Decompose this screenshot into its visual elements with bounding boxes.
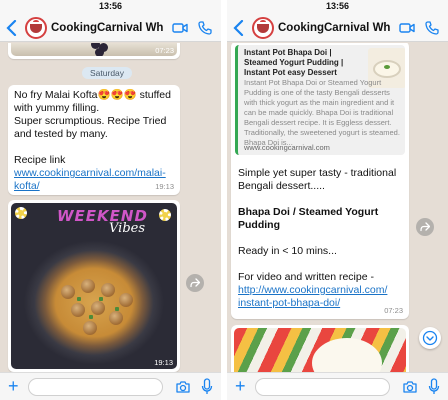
input-bar: + <box>227 372 448 400</box>
recipe-link[interactable]: kofta/ <box>14 180 174 193</box>
message-heading: Pudding <box>238 219 280 231</box>
preview-description: Instant Pot Bhapa Doi or Steamed Yogurt … <box>244 78 400 147</box>
avatar[interactable] <box>25 17 47 39</box>
status-bar: 13:56 <box>0 0 221 14</box>
chat-header: CookingCarnival What... <box>0 14 221 42</box>
forward-button[interactable] <box>186 274 204 292</box>
input-bar: + <box>0 372 221 400</box>
preview-url: www.cookingcarnival.com <box>244 143 330 152</box>
text-message[interactable]: No fry Malai Kofta😍😍😍 stuffed with yummy… <box>8 85 180 195</box>
microphone-icon[interactable] <box>201 378 213 396</box>
message-input[interactable] <box>255 378 390 396</box>
chevron-left-icon[interactable] <box>5 20 19 36</box>
image-message[interactable]: 07:23 <box>8 43 180 59</box>
chat-screen-left: 13:56 CookingCarnival What... 07:23 <box>0 0 221 400</box>
status-time: 13:56 <box>325 1 350 11</box>
scroll-down-button[interactable] <box>419 327 441 349</box>
status-bar: 13:56 <box>227 0 448 14</box>
plus-icon[interactable]: + <box>8 376 19 396</box>
microphone-icon[interactable] <box>428 378 440 396</box>
chat-title[interactable]: CookingCarnival What... <box>278 22 390 34</box>
video-camera-icon[interactable] <box>172 20 188 36</box>
camera-icon[interactable] <box>175 379 191 395</box>
message-time: 07:23 <box>384 306 403 315</box>
recipe-link[interactable]: http://www.cookingcarnival.com/ <box>238 284 404 297</box>
camera-icon[interactable] <box>402 379 418 395</box>
message-time: 19:13 <box>155 182 174 191</box>
date-chip: Saturday <box>82 67 133 79</box>
vibes-overlay-text: Vibes <box>109 221 146 236</box>
message-line: For video and written recipe - <box>238 271 374 283</box>
message-line: Recipe link <box>14 154 66 166</box>
message-time: 07:23 <box>155 46 174 55</box>
chevron-down-circle-icon <box>422 330 438 346</box>
message-line: Super scrumptious. Recipe Tried <box>14 115 167 127</box>
phone-icon[interactable] <box>197 20 213 36</box>
recipe-link[interactable]: instant-pot-bhapa-doi/ <box>238 297 404 310</box>
message-line: Simple yet super tasty - traditional <box>238 167 397 179</box>
preview-title: Instant Pot Bhapa Doi | Steamed Yogurt P… <box>244 48 344 77</box>
video-camera-icon[interactable] <box>399 20 415 36</box>
chat-title[interactable]: CookingCarnival What... <box>51 22 163 34</box>
message-line: Ready in < 10 mins... <box>238 245 337 257</box>
image-message[interactable] <box>231 325 409 372</box>
message-list[interactable]: 07:23 Saturday No fry Malai Kofta😍😍😍 stu… <box>0 43 221 372</box>
message-list[interactable]: Instant Pot Bhapa Doi | Steamed Yogurt P… <box>227 43 448 372</box>
message-input[interactable] <box>28 378 163 396</box>
forward-button[interactable] <box>416 218 434 236</box>
share-forward-icon <box>420 222 430 232</box>
avatar[interactable] <box>252 17 274 39</box>
link-message[interactable]: Instant Pot Bhapa Doi | Steamed Yogurt P… <box>231 43 409 319</box>
dessert-image <box>11 43 177 56</box>
message-line: Bengali dessert..... <box>238 180 325 192</box>
message-line: and tested by many. <box>14 128 108 140</box>
image-message[interactable]: WEEKEND Vibes 19:13 <box>8 200 180 372</box>
malai-kofta-image: WEEKEND Vibes <box>11 203 177 369</box>
recipe-link[interactable]: www.cookingcarnival.com/malai- <box>14 167 174 180</box>
chat-header: CookingCarnival What... <box>227 14 448 42</box>
message-heading: Bhapa Doi / Steamed Yogurt <box>238 206 379 218</box>
message-line: No fry Malai Kofta😍😍😍 stuffed <box>14 89 171 101</box>
dessert-image <box>234 328 406 372</box>
share-forward-icon <box>190 278 200 288</box>
chevron-left-icon[interactable] <box>232 20 246 36</box>
status-time: 13:56 <box>98 1 123 11</box>
chat-screen-right: 13:56 CookingCarnival What... Instant Po… <box>227 0 448 400</box>
message-time: 19:13 <box>154 358 173 367</box>
plus-icon[interactable]: + <box>235 376 246 396</box>
message-line: with yummy filling. <box>14 102 100 114</box>
phone-icon[interactable] <box>424 20 440 36</box>
link-preview[interactable]: Instant Pot Bhapa Doi | Steamed Yogurt P… <box>235 45 405 155</box>
